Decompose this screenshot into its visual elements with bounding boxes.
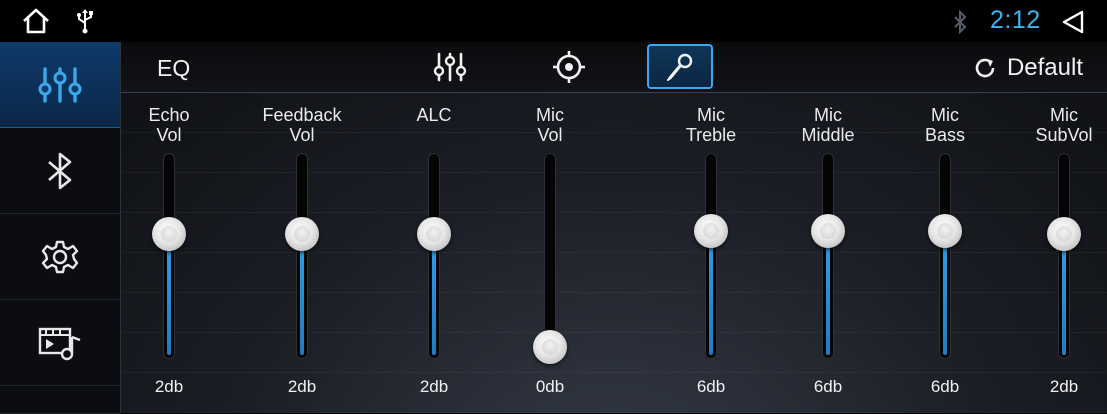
slider-track[interactable] [811,153,845,359]
equalizer-icon [433,52,467,81]
slider-label: Mic Vol [536,105,564,145]
slider-value: 6db [696,377,726,396]
usb-icon [77,9,93,34]
slider-value: 2db [419,377,449,396]
slider-knob[interactable] [928,213,962,248]
clock: 2:12 [990,6,1041,34]
slider-label: Mic SubVol [1035,105,1093,145]
target-icon [553,50,585,83]
slider-knob[interactable] [694,213,728,248]
slider-knob[interactable] [417,217,451,252]
slider-value: 2db [1049,377,1079,396]
eq-panel: Echo Vol 2db Feedback Vol 2db ALC 2db Mic V… [121,93,1107,413]
slider-fill [167,236,171,355]
slider-label: Mic Bass [924,105,966,145]
equalizer-icon [38,66,82,103]
slider-fill [432,236,436,355]
sidebar-item-media[interactable] [0,300,120,386]
slider-fill [943,232,947,355]
slider-fill [300,236,304,355]
slider-track[interactable] [1047,153,1081,359]
header-bar: EQ Default [121,42,1107,93]
refresh-icon [975,58,995,78]
status-bar: 2:12 [0,0,1107,42]
bluetooth-icon [48,152,72,189]
slider-label: Mic Treble [685,105,737,145]
slider-mic-middle: Mic Middle 6db [773,93,883,413]
slider-track[interactable] [533,153,567,364]
slider-value: 2db [154,377,184,396]
media-icon [38,327,81,360]
default-label: Default [1006,54,1083,81]
slider-track[interactable] [928,153,962,359]
slider-label: Echo Vol [148,105,190,145]
slider-knob[interactable] [1047,217,1081,252]
slider-mic-vol: Mic Vol 0db [495,93,605,413]
slider-value: 2db [287,377,317,396]
gear-icon [41,240,79,273]
bluetooth-icon [954,10,967,34]
slider-mic-subvol: Mic SubVol 2db [1009,93,1107,413]
slider-fill [709,232,713,355]
slider-track[interactable] [417,153,451,359]
slider-track[interactable] [152,153,186,359]
slider-echo-vol: Echo Vol 2db [114,93,224,413]
sidebar [0,42,120,414]
slider-mic-treble: Mic Treble 6db [656,93,766,413]
default-button[interactable]: Default [973,53,1083,83]
slider-track[interactable] [285,153,319,359]
sidebar-item-settings[interactable] [0,214,120,300]
slider-label: Mic Middle [801,105,855,145]
back-icon[interactable] [1060,9,1086,35]
sidebar-item-more[interactable] [0,386,120,414]
slider-knob[interactable] [152,217,186,252]
microphone-icon [667,53,693,81]
slider-knob[interactable] [533,330,567,364]
tab-position[interactable] [536,44,602,89]
slider-fill [826,232,830,355]
slider-label: Feedback Vol [262,105,342,145]
slider-value: 0db [535,377,565,396]
sidebar-item-bluetooth[interactable] [0,128,120,214]
tab-equalizer[interactable] [417,44,483,89]
slider-mic-bass: Mic Bass 6db [890,93,1000,413]
slider-value: 6db [813,377,843,396]
slider-feedback-vol: Feedback Vol 2db [247,93,357,413]
slider-alc: ALC 2db [379,93,489,413]
slider-fill [1062,236,1066,355]
slider-knob[interactable] [285,217,319,252]
tab-microphone[interactable] [647,44,713,89]
page-title: EQ [157,55,191,81]
slider-knob[interactable] [811,213,845,248]
slider-track[interactable] [694,153,728,359]
home-icon[interactable] [22,8,50,34]
slider-value: 6db [930,377,960,396]
slider-label: ALC [416,105,452,125]
sidebar-item-eq[interactable] [0,42,120,128]
